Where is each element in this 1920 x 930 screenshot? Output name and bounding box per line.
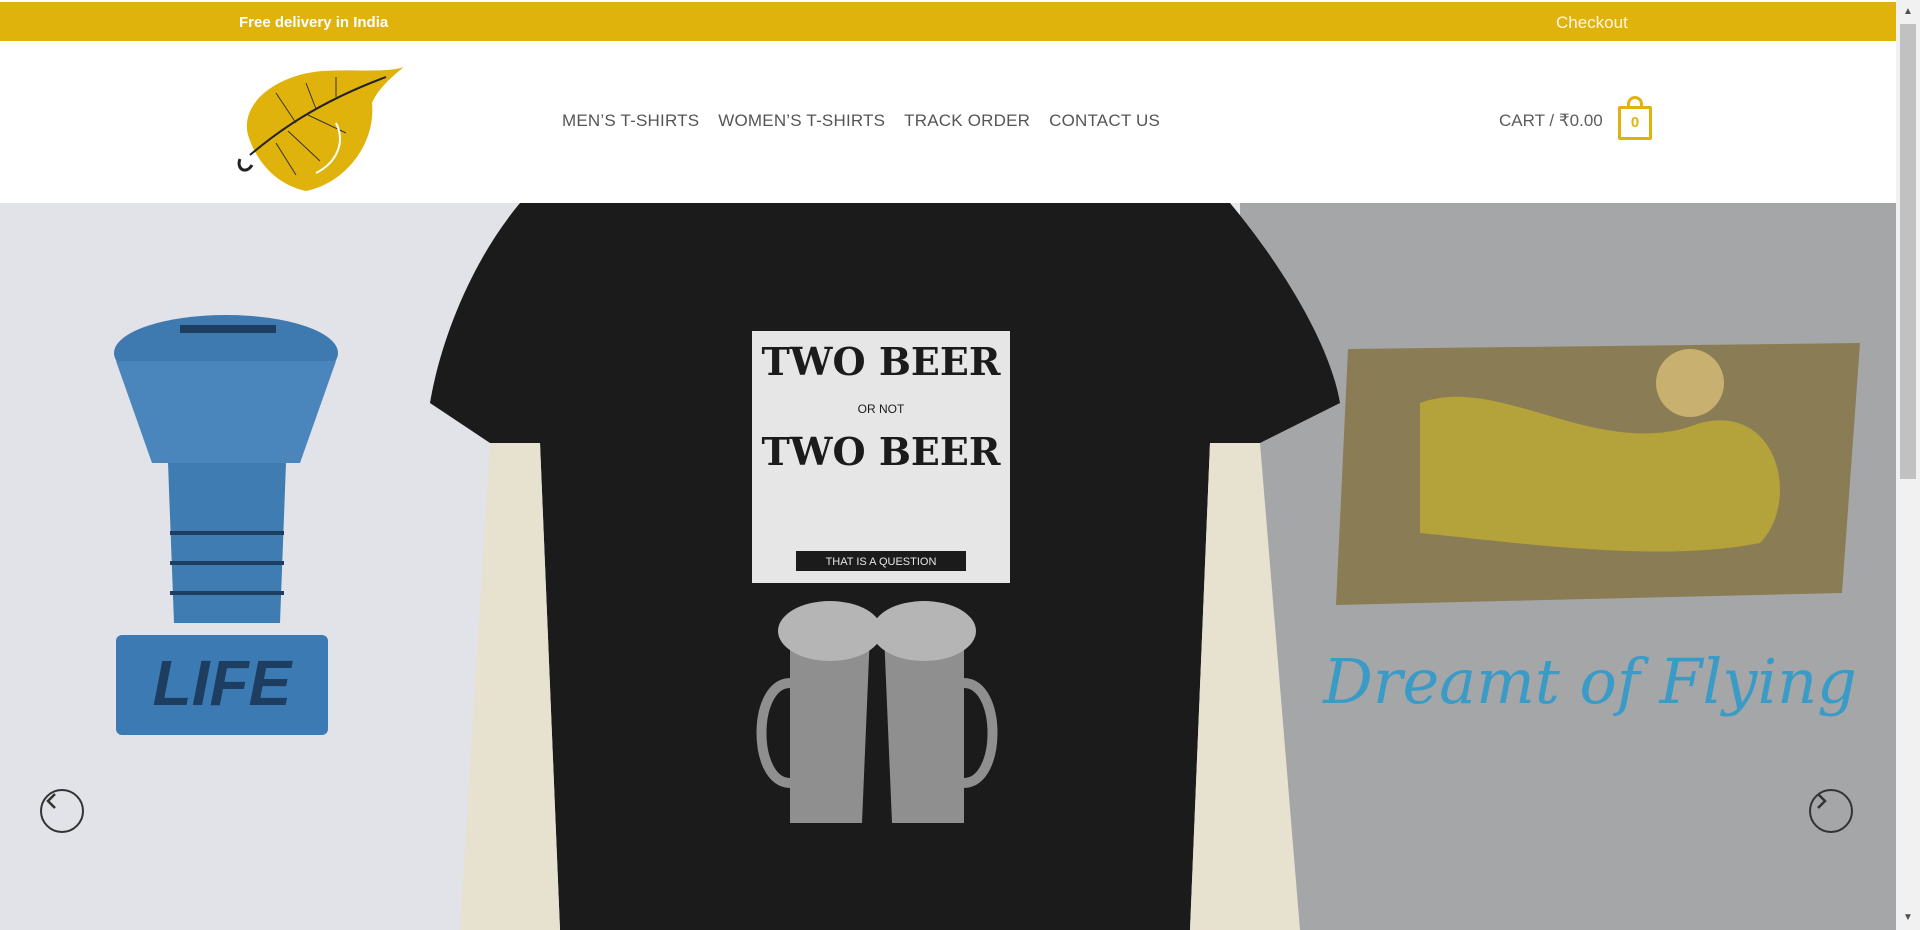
top-bar: Free delivery in India Checkout bbox=[0, 2, 1896, 41]
chevron-right-icon bbox=[1817, 793, 1827, 809]
page-scrollbar[interactable]: ▲ ▼ bbox=[1896, 0, 1920, 930]
left-shirt-print: LIFE bbox=[153, 647, 294, 719]
nav-womens-tshirts[interactable]: WOMEN’S T-SHIRTS bbox=[718, 111, 885, 131]
slider-next-button[interactable] bbox=[1809, 789, 1853, 833]
nav-contact-us[interactable]: CONTACT US bbox=[1049, 111, 1160, 131]
slider-image: LIFE Dreamt of Flying TWO BEER OR NOT TW… bbox=[0, 203, 1896, 930]
leaf-logo[interactable] bbox=[236, 63, 408, 193]
right-shirt-print: Dreamt of Flying bbox=[1322, 645, 1857, 718]
scroll-down-arrow-icon[interactable]: ▼ bbox=[1903, 912, 1913, 923]
slider-prev-button[interactable] bbox=[40, 789, 84, 833]
free-delivery-text: Free delivery in India bbox=[239, 14, 389, 31]
checkout-link[interactable]: Checkout bbox=[1556, 13, 1628, 33]
page: Free delivery in India Checkout MEN’S T-… bbox=[0, 0, 1896, 930]
cart-count-badge[interactable]: 0 bbox=[1618, 106, 1652, 140]
main-nav: MEN’S T-SHIRTS WOMEN’S T-SHIRTS TRACK OR… bbox=[562, 111, 1160, 131]
scrollbar-thumb[interactable] bbox=[1900, 24, 1916, 479]
center-print-line1: TWO BEER bbox=[762, 339, 1001, 384]
site-header: MEN’S T-SHIRTS WOMEN’S T-SHIRTS TRACK OR… bbox=[0, 41, 1896, 203]
nav-track-order[interactable]: TRACK ORDER bbox=[904, 111, 1030, 131]
center-print-line2: OR NOT bbox=[858, 402, 905, 416]
scroll-up-arrow-icon[interactable]: ▲ bbox=[1903, 6, 1913, 17]
chevron-left-icon bbox=[46, 793, 56, 809]
cart-link[interactable]: CART / ₹0.00 bbox=[1499, 111, 1603, 131]
center-print-line4: THAT IS A QUESTION bbox=[826, 556, 937, 568]
center-print-line3: TWO BEER bbox=[762, 429, 1001, 474]
hero-slider[interactable]: LIFE Dreamt of Flying TWO BEER OR NOT TW… bbox=[0, 203, 1896, 930]
nav-mens-tshirts[interactable]: MEN’S T-SHIRTS bbox=[562, 111, 699, 131]
